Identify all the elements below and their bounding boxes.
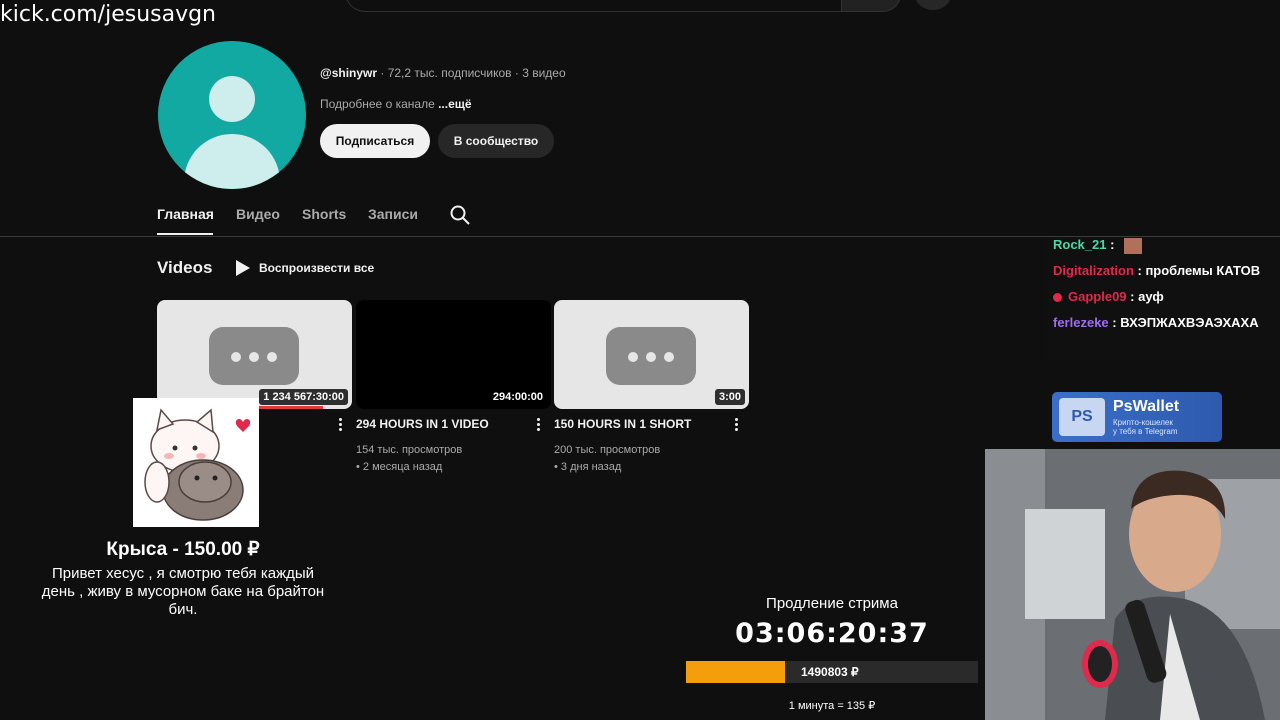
chat-username: ferlezeke xyxy=(1053,315,1109,330)
extension-amount: 1490803 ₽ xyxy=(801,665,859,679)
video-age: • 2 месяца назад xyxy=(356,461,443,473)
extension-timer: 03:06:20:37 xyxy=(735,618,929,649)
chat-separator: : xyxy=(1108,315,1121,330)
webcam-feed xyxy=(985,449,1280,720)
video-views: 200 тыс. просмотров xyxy=(554,444,661,456)
subscribe-button[interactable]: Подписаться xyxy=(320,124,430,158)
video-menu-icon[interactable] xyxy=(735,416,739,433)
stream-watermark: kick.com/jesusavgn xyxy=(0,2,217,27)
video-menu-icon[interactable] xyxy=(537,416,541,433)
avatar-head-shape xyxy=(209,76,255,122)
video-views: 154 тыс. просмотров xyxy=(356,444,463,456)
pswallet-logo-icon: PS xyxy=(1059,398,1105,436)
tab-shorts[interactable]: Shorts xyxy=(302,206,346,222)
donation-name: Крыса - 150.00 ₽ xyxy=(106,539,260,560)
wallet-tagline: Крипто-кошелек у тебя в Telegram xyxy=(1113,418,1178,436)
about-text: Подробнее о канале xyxy=(320,97,435,111)
chat-message: Digitalization : проблемы КАТОВ xyxy=(1053,263,1260,278)
video-thumbnail-2[interactable]: 294:00:00 xyxy=(356,300,551,409)
video-thumbnail-1[interactable]: 1 234 567:30:00 xyxy=(157,300,352,409)
chat-username: Rock_21 xyxy=(1053,237,1107,252)
wallet-name: PsWallet xyxy=(1113,398,1180,415)
extension-rate: 1 минута = 135 ₽ xyxy=(788,700,876,712)
create-button[interactable] xyxy=(915,0,951,10)
donation-message: Привет хесус , я смотрю тебя каждый день… xyxy=(41,565,325,618)
chat-text: ауф xyxy=(1138,289,1164,304)
extension-progress-bar: 1490803 ₽ xyxy=(686,661,978,683)
about-more-link[interactable]: ...ещё xyxy=(438,97,471,111)
channel-meta: @shinywr · 72,2 тыс. подписчиков · 3 вид… xyxy=(320,66,566,80)
search-icon[interactable] xyxy=(449,204,471,226)
video-menu-icon[interactable] xyxy=(339,416,343,433)
cat-sticker-image xyxy=(133,398,259,527)
chat-text: проблемы КАТОВ xyxy=(1145,263,1261,278)
video-title[interactable]: 294 HOURS IN 1 VIDEO xyxy=(356,417,489,431)
chat-message: Gapple09 : ауф xyxy=(1053,289,1164,304)
channel-avatar xyxy=(158,41,306,189)
placeholder-icon xyxy=(209,327,299,385)
search-input[interactable] xyxy=(345,0,842,12)
channel-handle: @shinywr xyxy=(320,66,378,80)
avatar-body-shape xyxy=(184,134,280,189)
extension-label: Продление стрима xyxy=(766,595,898,612)
active-tab-indicator xyxy=(157,233,213,235)
section-title: Videos xyxy=(157,258,213,277)
chat-separator: : xyxy=(1106,237,1115,252)
chat-message: Rock_21 : xyxy=(1053,237,1143,254)
chat-text: ВХЭПЖАХВЭАЭХАХА xyxy=(1120,315,1259,330)
video-age: • 3 дня назад xyxy=(554,461,622,473)
emote-icon xyxy=(1124,237,1143,254)
video-duration: 1 234 567:30:00 xyxy=(259,389,348,405)
tab-posts[interactable]: Записи xyxy=(368,206,418,222)
video-thumbnail-3[interactable]: 3:00 xyxy=(554,300,749,409)
chat-username: Gapple09 xyxy=(1068,289,1127,304)
chat-username: Digitalization xyxy=(1053,263,1134,278)
video-title[interactable]: 150 HOURS IN 1 SHORT xyxy=(554,417,691,431)
tab-videos[interactable]: Видео xyxy=(236,206,280,222)
play-all-label: Воспроизвести все xyxy=(259,261,375,275)
play-icon xyxy=(236,260,250,276)
channel-stats: · 72,2 тыс. подписчиков · 3 видео xyxy=(377,66,566,80)
video-duration: 294:00:00 xyxy=(488,389,547,405)
extension-progress-fill xyxy=(686,661,786,683)
pswallet-banner: PS PsWallet Крипто-кошелек у тебя в Tele… xyxy=(1052,392,1222,442)
community-button[interactable]: В сообщество xyxy=(438,124,554,158)
wallet-line1: Крипто-кошелек xyxy=(1113,418,1173,427)
search-button[interactable] xyxy=(841,0,901,12)
channel-about[interactable]: Подробнее о канале ...ещё xyxy=(320,97,472,111)
badge-icon xyxy=(1053,293,1062,303)
chat-separator: : xyxy=(1126,289,1139,304)
chat-overlay: Rock_21 : Digitalization : проблемы КАТО… xyxy=(1047,237,1280,361)
chat-message: ferlezeke : ВХЭПЖАХВЭАЭХАХА xyxy=(1053,315,1259,330)
play-all-button[interactable]: Воспроизвести все xyxy=(235,259,374,277)
donation-alert: Крыса - 150.00 ₽ Привет хесус , я смотрю… xyxy=(38,538,328,619)
chat-separator: : xyxy=(1133,263,1146,278)
video-duration: 3:00 xyxy=(714,389,745,405)
tab-home[interactable]: Главная xyxy=(157,206,214,222)
wallet-line2: у тебя в Telegram xyxy=(1113,427,1178,436)
placeholder-icon xyxy=(606,327,696,385)
